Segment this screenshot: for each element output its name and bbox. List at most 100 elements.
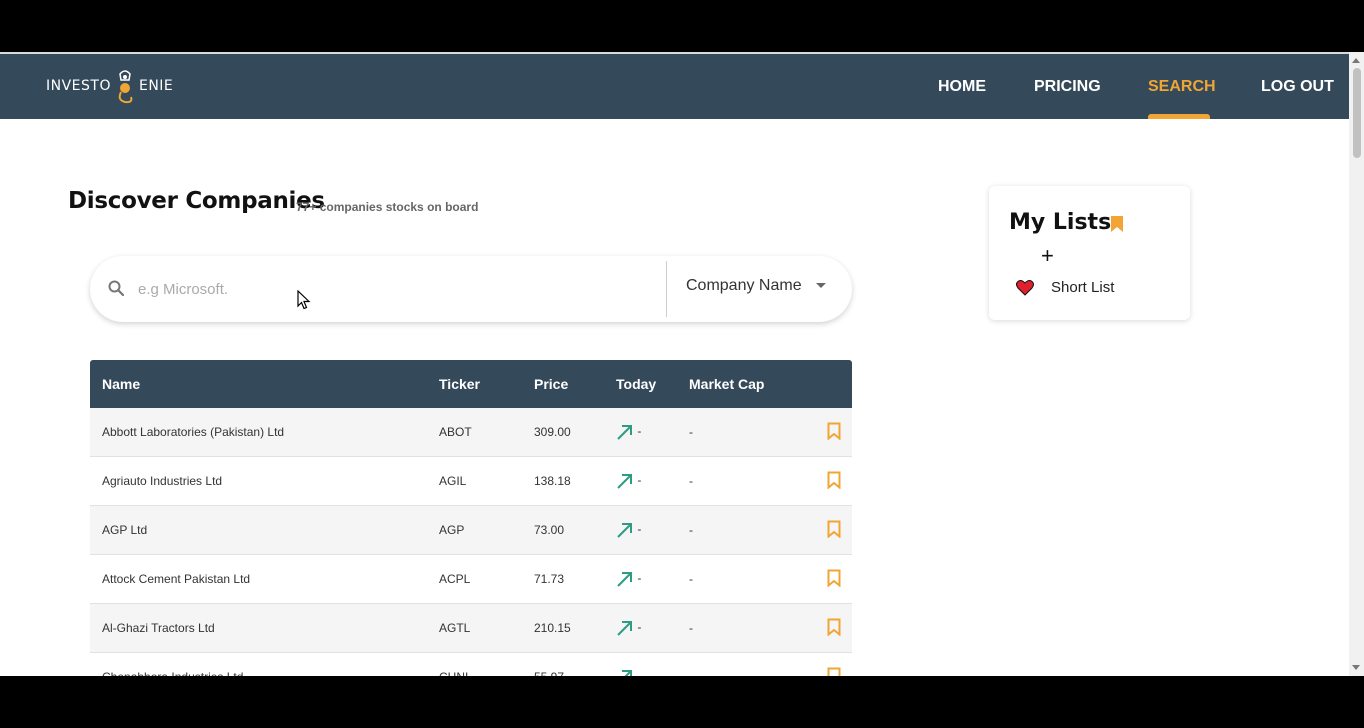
filter-selected-label: Company Name: [686, 277, 802, 294]
cell-today: -: [604, 505, 677, 555]
search-icon: [108, 280, 124, 296]
scroll-down-arrow-icon[interactable]: [1352, 665, 1360, 670]
mouse-cursor-icon: [297, 290, 311, 310]
scroll-up-arrow-icon[interactable]: [1352, 58, 1360, 63]
trend-up-arrow-icon: [617, 425, 632, 440]
cell-name[interactable]: Agriauto Industries Ltd: [90, 456, 427, 506]
cell-ticker: AGIL: [427, 456, 522, 506]
bookmark-icon[interactable]: [827, 471, 841, 489]
cell-today: -: [604, 652, 677, 676]
cell-name[interactable]: Attock Cement Pakistan Ltd: [90, 554, 427, 604]
page-scrollbar[interactable]: [1349, 52, 1364, 676]
header-price[interactable]: Price: [522, 360, 604, 408]
table-row[interactable]: Chenabbora Industries Ltd CHNI 55.97 - -: [90, 652, 852, 677]
cell-price: 309.00: [522, 408, 604, 457]
bookmark-icon[interactable]: [827, 520, 841, 538]
table-row[interactable]: Agriauto Industries Ltd AGIL 138.18 - -: [90, 456, 852, 506]
my-lists-panel: My Lists + Short List: [989, 186, 1190, 320]
cell-ticker: CHNI: [427, 652, 522, 676]
cell-today: -: [604, 408, 677, 457]
cell-name[interactable]: Abbott Laboratories (Pakistan) Ltd: [90, 408, 427, 457]
bookmark-icon[interactable]: [827, 569, 841, 587]
today-change: -: [637, 522, 642, 537]
browser-viewport: INVESTO ENIE HOME PRICING SEARCH LOG OUT…: [0, 52, 1364, 676]
header-bookmark: [797, 360, 852, 408]
today-change: -: [637, 424, 642, 439]
table-header-row: Name Ticker Price Today Market Cap: [90, 360, 852, 408]
nav-home[interactable]: HOME: [938, 54, 986, 119]
nav-active-underline: [1148, 114, 1210, 119]
brand-logo[interactable]: INVESTO ENIE: [46, 64, 173, 108]
bookmark-icon[interactable]: [827, 667, 841, 677]
trend-up-arrow-icon: [617, 474, 632, 489]
table-row[interactable]: Abbott Laboratories (Pakistan) Ltd ABOT …: [90, 408, 852, 457]
cell-bookmark: [797, 408, 852, 457]
cell-today: -: [604, 603, 677, 653]
search-bar: Company Name: [90, 256, 852, 322]
search-filter-dropdown[interactable]: Company Name: [686, 277, 827, 295]
trend-up-arrow-icon: [617, 523, 632, 538]
nav-pricing[interactable]: PRICING: [1034, 54, 1101, 119]
cell-market-cap: -: [677, 603, 797, 653]
header-today[interactable]: Today: [604, 360, 677, 408]
search-divider: [666, 261, 667, 317]
cell-name[interactable]: Chenabbora Industries Ltd: [90, 652, 427, 676]
logo-text-left: INVESTO: [46, 78, 111, 94]
chevron-down-icon: [816, 283, 827, 289]
cell-ticker: ABOT: [427, 408, 522, 457]
today-change: -: [637, 473, 642, 488]
cell-price: 71.73: [522, 554, 604, 604]
scroll-thumb[interactable]: [1353, 68, 1361, 158]
cell-today: -: [604, 456, 677, 506]
cell-market-cap: -: [677, 408, 797, 457]
page-subtitle: 77+ companies stocks on board: [296, 200, 479, 214]
today-change: -: [637, 620, 642, 635]
header-ticker[interactable]: Ticker: [427, 360, 522, 408]
today-change: -: [637, 571, 642, 586]
cell-ticker: AGTL: [427, 603, 522, 653]
bookmark-icon[interactable]: [827, 422, 841, 440]
cell-price: 210.15: [522, 603, 604, 653]
table-row[interactable]: Al-Ghazi Tractors Ltd AGTL 210.15 - -: [90, 603, 852, 653]
cell-bookmark: [797, 554, 852, 604]
cell-ticker: AGP: [427, 505, 522, 555]
today-change: -: [637, 669, 641, 676]
trend-up-arrow-icon: [617, 621, 632, 636]
search-input[interactable]: [136, 276, 610, 302]
cell-name[interactable]: Al-Ghazi Tractors Ltd: [90, 603, 427, 653]
list-item-short-list[interactable]: Short List: [1051, 279, 1114, 296]
nav-search-label: SEARCH: [1148, 78, 1216, 95]
header-market-cap[interactable]: Market Cap: [677, 360, 797, 408]
logo-text-right: ENIE: [138, 78, 174, 94]
cell-market-cap: -: [677, 554, 797, 604]
table-row[interactable]: Attock Cement Pakistan Ltd ACPL 71.73 - …: [90, 554, 852, 604]
my-lists-title: My Lists: [1009, 210, 1112, 235]
trend-up-arrow-icon: [622, 670, 632, 676]
bookmark-filled-icon: [1111, 216, 1123, 232]
genie-logo-icon: [118, 70, 133, 104]
nav-logout[interactable]: LOG OUT: [1261, 54, 1334, 119]
companies-table: Name Ticker Price Today Market Cap Abbot…: [90, 360, 852, 676]
cell-price: 138.18: [522, 456, 604, 506]
cell-bookmark: [797, 603, 852, 653]
header-name[interactable]: Name: [90, 360, 427, 408]
cell-market-cap: -: [677, 505, 797, 555]
cell-market-cap: -: [677, 456, 797, 506]
cell-name[interactable]: AGP Ltd: [90, 505, 427, 555]
cell-bookmark: [797, 505, 852, 555]
bookmark-icon[interactable]: [827, 618, 841, 636]
cell-price: 73.00: [522, 505, 604, 555]
add-list-button[interactable]: +: [1041, 244, 1054, 268]
page-title: Discover Companies: [68, 188, 325, 214]
cell-bookmark: [797, 652, 852, 677]
table-row[interactable]: AGP Ltd AGP 73.00 - -: [90, 505, 852, 555]
nav-search[interactable]: SEARCH: [1148, 54, 1216, 119]
trend-up-arrow-icon: [617, 572, 632, 587]
navbar: INVESTO ENIE HOME PRICING SEARCH LOG OUT: [0, 54, 1349, 119]
cell-price: 55.97: [522, 652, 604, 676]
cell-today: -: [604, 554, 677, 604]
heart-icon[interactable]: [1016, 279, 1034, 296]
cell-bookmark: [797, 456, 852, 506]
cell-market-cap: -: [677, 652, 797, 676]
cell-ticker: ACPL: [427, 554, 522, 604]
